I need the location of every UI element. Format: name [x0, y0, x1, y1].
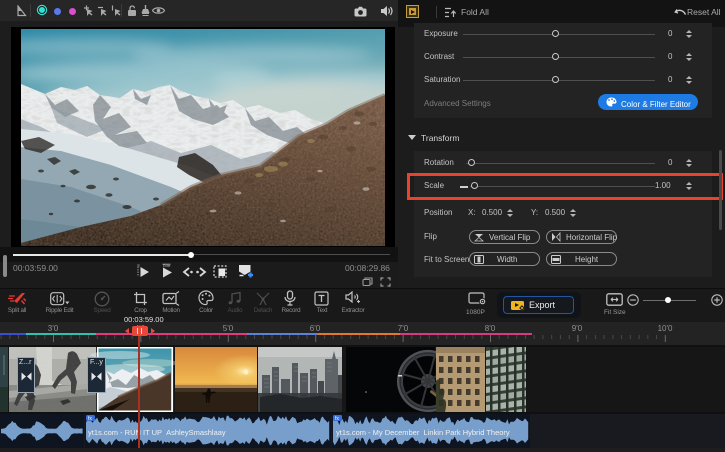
svg-text:6'0: 6'0	[310, 324, 321, 333]
svg-text:10'0: 10'0	[658, 324, 673, 333]
svg-text:7'0: 7'0	[398, 324, 409, 333]
svg-text:5'0: 5'0	[223, 324, 234, 333]
svg-text:fx: fx	[88, 416, 92, 422]
svg-text:B: B	[138, 264, 140, 268]
svg-text:9'0: 9'0	[572, 324, 583, 333]
svg-text:3'0: 3'0	[48, 324, 59, 333]
svg-text:fx: fx	[335, 416, 339, 422]
svg-text:8'0: 8'0	[485, 324, 496, 333]
svg-text:Enter: Enter	[163, 264, 172, 268]
